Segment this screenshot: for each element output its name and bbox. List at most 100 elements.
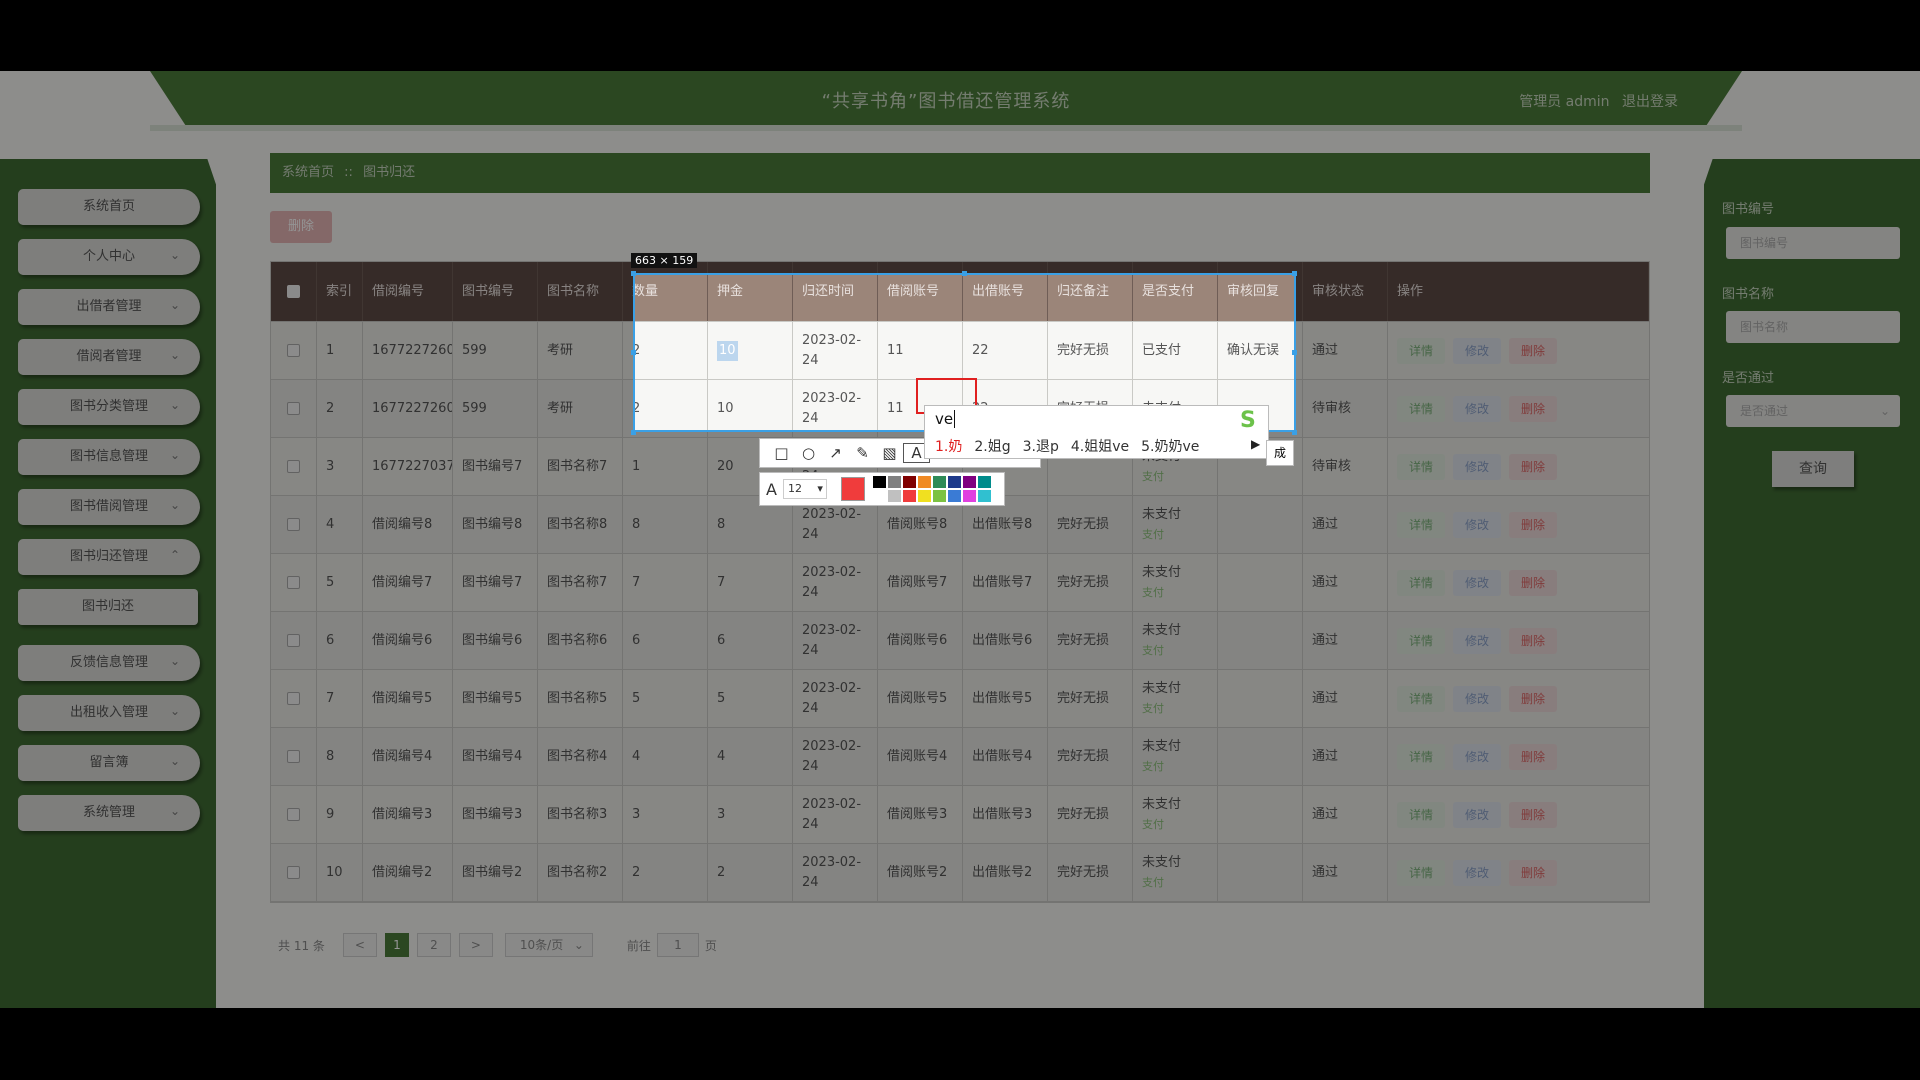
batch-delete-button[interactable]: 删除 — [270, 211, 332, 243]
detail-button[interactable]: 详情 — [1397, 685, 1446, 712]
pager-page-1[interactable]: 1 — [384, 933, 409, 957]
palette-color-swatch[interactable] — [932, 490, 946, 502]
palette-color-swatch[interactable] — [902, 476, 916, 488]
row-checkbox[interactable] — [287, 866, 300, 879]
edit-button[interactable]: 修改 — [1453, 801, 1502, 828]
row-checkbox[interactable] — [287, 750, 300, 763]
row-checkbox[interactable] — [287, 518, 300, 531]
detail-button[interactable]: 详情 — [1397, 337, 1446, 364]
delete-button[interactable]: 删除 — [1509, 859, 1558, 886]
ime-candidate[interactable]: 3.退p — [1023, 439, 1059, 455]
palette-color-swatch[interactable] — [917, 490, 931, 502]
logout-link[interactable]: 退出登录 — [1622, 94, 1678, 110]
pay-link[interactable]: 支付 — [1142, 525, 1181, 545]
row-checkbox[interactable] — [287, 634, 300, 647]
selection-handle[interactable] — [631, 430, 636, 435]
palette-color-swatch[interactable] — [947, 490, 961, 502]
ime-next-page-icon[interactable]: ▶ — [1251, 437, 1260, 451]
delete-button[interactable]: 删除 — [1509, 569, 1558, 596]
pager-next-button[interactable]: > — [458, 933, 493, 957]
selection-handle[interactable] — [1292, 271, 1297, 276]
palette-color-swatch[interactable] — [872, 490, 886, 502]
palette-color-swatch[interactable] — [947, 476, 961, 488]
row-checkbox[interactable] — [287, 808, 300, 821]
ime-candidate[interactable]: 2.姐g — [974, 439, 1010, 455]
mosaic-tool-icon[interactable]: ▧ — [876, 444, 903, 462]
sidebar-item[interactable]: 系统管理 ⌄ — [18, 795, 200, 831]
delete-button[interactable]: 删除 — [1509, 511, 1558, 538]
pay-link[interactable]: 支付 — [1142, 467, 1181, 487]
detail-button[interactable]: 详情 — [1397, 859, 1446, 886]
palette-color-swatch[interactable] — [917, 476, 931, 488]
sidebar-item[interactable]: 留言簿 ⌄ — [18, 745, 200, 781]
palette-color-swatch[interactable] — [872, 476, 886, 488]
edit-button[interactable]: 修改 — [1453, 569, 1502, 596]
detail-button[interactable]: 详情 — [1397, 743, 1446, 770]
passed-select[interactable]: 是否通过 ⌄ — [1726, 395, 1900, 427]
palette-color-swatch[interactable] — [887, 490, 901, 502]
sidebar-item[interactable]: 反馈信息管理 ⌄ — [18, 645, 200, 681]
selection-handle[interactable] — [631, 350, 636, 355]
palette-color-swatch[interactable] — [902, 490, 916, 502]
delete-button[interactable]: 删除 — [1509, 627, 1558, 654]
row-checkbox[interactable] — [287, 692, 300, 705]
pay-link[interactable]: 支付 — [1142, 699, 1181, 719]
pager-page-2[interactable]: 2 — [416, 933, 451, 957]
detail-button[interactable]: 详情 — [1397, 395, 1446, 422]
edit-button[interactable]: 修改 — [1453, 859, 1502, 886]
book-name-input[interactable]: 图书名称 — [1726, 311, 1900, 343]
ime-candidate[interactable]: 5.奶奶ve — [1141, 439, 1199, 455]
page-size-select[interactable]: 10条/页 ⌄ — [504, 933, 593, 957]
current-color-swatch[interactable] — [840, 477, 865, 501]
palette-color-swatch[interactable] — [887, 476, 901, 488]
sidebar-item[interactable]: 借阅者管理 ⌄ — [18, 339, 200, 375]
sidebar-item[interactable]: 图书归还 — [18, 589, 198, 625]
edit-button[interactable]: 修改 — [1453, 627, 1502, 654]
sidebar-item[interactable]: 出借者管理 ⌄ — [18, 289, 200, 325]
palette-color-swatch[interactable] — [977, 490, 991, 502]
palette-color-swatch[interactable] — [932, 476, 946, 488]
row-checkbox[interactable] — [287, 576, 300, 589]
sidebar-item[interactable]: 图书信息管理 ⌄ — [18, 439, 200, 475]
pay-link[interactable]: 支付 — [1142, 815, 1181, 835]
header-cell[interactable] — [271, 262, 317, 321]
select-all-checkbox[interactable] — [287, 285, 300, 298]
sidebar-item[interactable]: 图书借阅管理 ⌄ — [18, 489, 200, 525]
detail-button[interactable]: 详情 — [1397, 453, 1446, 480]
sidebar-item[interactable]: 系统首页 — [18, 189, 200, 225]
selection-handle[interactable] — [1292, 430, 1297, 435]
sidebar-item[interactable]: 个人中心 ⌄ — [18, 239, 200, 275]
edit-button[interactable]: 修改 — [1453, 453, 1502, 480]
sidebar-item[interactable]: 出租收入管理 ⌄ — [18, 695, 200, 731]
palette-color-swatch[interactable] — [962, 476, 976, 488]
ellipse-tool-icon[interactable]: ○ — [795, 444, 822, 462]
delete-button[interactable]: 删除 — [1509, 685, 1558, 712]
palette-color-swatch[interactable] — [962, 490, 976, 502]
search-button[interactable]: 查询 — [1772, 451, 1854, 487]
delete-button[interactable]: 删除 — [1509, 395, 1558, 422]
selection-handle[interactable] — [962, 271, 967, 276]
edit-button[interactable]: 修改 — [1453, 337, 1502, 364]
font-size-select[interactable]: 12 ▾ — [782, 479, 827, 499]
row-checkbox[interactable] — [287, 460, 300, 473]
pay-link[interactable]: 支付 — [1142, 873, 1181, 893]
pay-link[interactable]: 支付 — [1142, 583, 1181, 603]
pen-tool-icon[interactable]: ✎ — [849, 444, 876, 462]
ime-candidate[interactable]: 1.奶 — [935, 439, 962, 455]
edit-button[interactable]: 修改 — [1453, 395, 1502, 422]
selection-handle[interactable] — [631, 271, 636, 276]
delete-button[interactable]: 删除 — [1509, 743, 1558, 770]
edit-button[interactable]: 修改 — [1453, 685, 1502, 712]
selection-handle[interactable] — [1292, 350, 1297, 355]
sidebar-item[interactable]: 图书分类管理 ⌄ — [18, 389, 200, 425]
edit-button[interactable]: 修改 — [1453, 743, 1502, 770]
detail-button[interactable]: 详情 — [1397, 511, 1446, 538]
palette-color-swatch[interactable] — [977, 476, 991, 488]
delete-button[interactable]: 删除 — [1509, 337, 1558, 364]
pager-goto-input[interactable]: 1 — [656, 933, 699, 957]
rectangle-tool-icon[interactable]: □ — [768, 444, 795, 462]
row-checkbox[interactable] — [287, 402, 300, 415]
book-no-input[interactable]: 图书编号 — [1726, 227, 1900, 259]
delete-button[interactable]: 删除 — [1509, 801, 1558, 828]
ime-candidate[interactable]: 4.姐姐ve — [1071, 439, 1129, 455]
